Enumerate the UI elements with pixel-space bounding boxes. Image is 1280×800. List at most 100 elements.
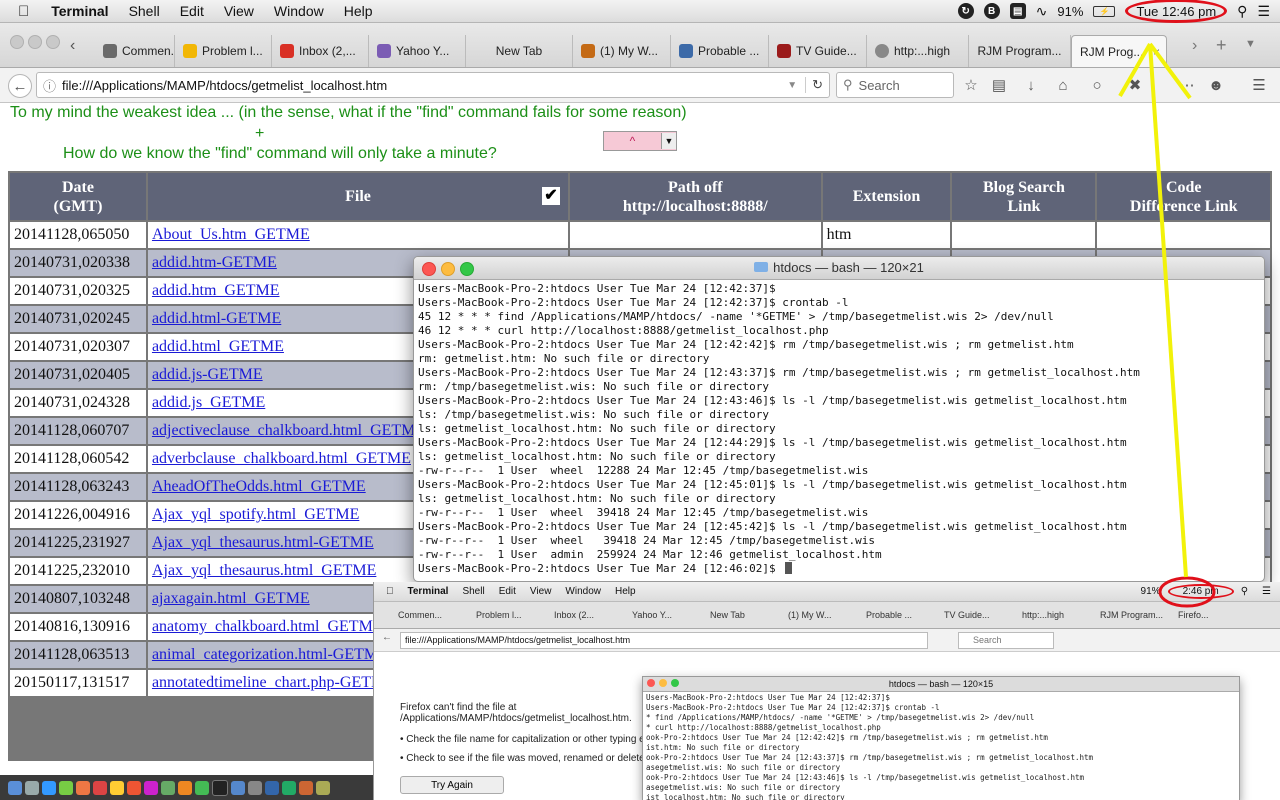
col-file[interactable]: File ✔ — [147, 173, 568, 220]
display-icon[interactable]: ▤ — [1009, 3, 1026, 19]
menu-window[interactable]: Window — [264, 3, 334, 19]
tab-list-icon[interactable]: ▼ — [1245, 38, 1256, 50]
file-link[interactable]: addid.html_GETME — [152, 338, 284, 355]
tab-http-high[interactable]: http:...high — [867, 35, 969, 67]
file-link[interactable]: animal_categorization.html-GETME — [152, 646, 388, 663]
reading-list-icon[interactable]: ▤ — [988, 74, 1010, 96]
zoom-window-button[interactable] — [46, 35, 60, 49]
url-bar[interactable]: ⓘ file:///Applications/MAMP/htdocs/getme… — [36, 72, 830, 98]
file-link[interactable]: annotatedtimeline_chart.php-GETME — [152, 674, 395, 691]
reload-icon[interactable]: ↻ — [805, 77, 829, 93]
chevron-down-icon[interactable]: ▼ — [661, 133, 676, 149]
file-link[interactable]: addid.html-GETME — [152, 310, 281, 327]
terminal-title-bar[interactable]: htdocs — bash — 120×21 — [414, 257, 1264, 280]
wifi-icon[interactable]: ∿ — [1036, 3, 1048, 20]
file-link[interactable]: Ajax_yql_thesaurus.html_GETME — [152, 562, 376, 579]
tab-new-tab[interactable]: New Tab — [466, 35, 573, 67]
itunes-icon[interactable] — [144, 780, 158, 795]
file-link[interactable]: addid.htm_GETME — [152, 282, 280, 299]
url-dropdown-icon[interactable]: ▼ — [787, 80, 805, 91]
excel-icon[interactable] — [282, 780, 296, 795]
minimize-button[interactable] — [441, 262, 455, 276]
calendar-icon[interactable] — [93, 780, 107, 795]
col-blog-search[interactable]: Blog Search Link — [952, 173, 1096, 220]
close-window-button[interactable] — [10, 35, 24, 49]
more-icon[interactable]: ⋯ — [1176, 74, 1198, 96]
app-store-icon[interactable] — [231, 780, 245, 795]
tab-probable[interactable]: Probable ... — [671, 35, 769, 67]
menu-app-name[interactable]: Terminal — [41, 3, 118, 19]
chat-icon[interactable]: ☻ — [1205, 74, 1227, 96]
terminal-icon[interactable] — [212, 779, 228, 796]
file-link[interactable]: ajaxagain.html_GETME — [152, 590, 310, 607]
powerpoint-icon[interactable] — [299, 780, 313, 795]
chrome-icon[interactable] — [195, 780, 209, 795]
safari-icon[interactable] — [42, 780, 56, 795]
tab-yahoo[interactable]: Yahoo Y... — [369, 35, 466, 67]
notes-icon[interactable] — [110, 780, 124, 795]
tab-rjm-active[interactable]: RJM Prog... × — [1071, 35, 1167, 67]
filezilla-icon[interactable] — [316, 780, 330, 795]
file-link[interactable]: adjectiveclause_chalkboard.html_GETME — [152, 422, 425, 439]
col-extension[interactable]: Extension — [822, 173, 951, 220]
bookmark-star-icon[interactable]: ☆ — [960, 74, 982, 96]
maps-icon[interactable] — [161, 780, 175, 795]
tab-tv-guide[interactable]: TV Guide... — [769, 35, 867, 67]
site-info-icon[interactable]: ⓘ — [43, 76, 56, 95]
tab-scroll-right-icon[interactable]: › — [1192, 37, 1197, 55]
hello-icon[interactable]: ○ — [1086, 74, 1108, 96]
terminal-window[interactable]: htdocs — bash — 120×21 Users-MacBook-Pro… — [413, 256, 1265, 582]
terminal-output[interactable]: Users-MacBook-Pro-2:htdocs User Tue Mar … — [414, 280, 1264, 581]
home-icon[interactable]: ⌂ — [1052, 74, 1074, 96]
tab-problem[interactable]: Problem l... — [175, 35, 272, 67]
close-button[interactable] — [422, 262, 436, 276]
tab-my-w[interactable]: (1) My W... — [573, 35, 671, 67]
menubar-clock[interactable]: Tue 12:46 pm — [1125, 0, 1228, 23]
menu-view[interactable]: View — [214, 3, 264, 19]
download-icon[interactable]: ↓ — [1020, 74, 1042, 96]
back-icon[interactable]: ← — [8, 74, 32, 98]
col-date[interactable]: Date (GMT) — [10, 173, 146, 220]
tab-rjm-program[interactable]: RJM Program... — [969, 35, 1071, 67]
file-link[interactable]: addid.htm-GETME — [152, 254, 277, 271]
preferences-icon[interactable] — [248, 780, 262, 795]
apple-menu-icon[interactable]:  — [0, 3, 41, 20]
close-tab-icon[interactable]: × — [1153, 45, 1160, 59]
file-link[interactable]: adverbclause_chalkboard.html_GETME — [152, 450, 411, 467]
mail-icon[interactable] — [76, 780, 90, 795]
file-link[interactable]: addid.js_GETME — [152, 394, 265, 411]
sort-select[interactable]: ^ ▼ — [603, 131, 677, 151]
tools-icon[interactable]: ✖ — [1124, 74, 1146, 96]
col-code-diff[interactable]: Code Difference Link — [1097, 173, 1270, 220]
b-status-icon[interactable]: B — [983, 3, 1000, 19]
minimize-window-button[interactable] — [28, 35, 42, 49]
launchpad-icon[interactable] — [25, 780, 39, 795]
checkmark-icon[interactable]: ✔ — [542, 187, 560, 205]
tab-comments[interactable]: Commen... — [95, 35, 175, 67]
file-link[interactable]: anatomy_chalkboard.html_GETME — [152, 618, 383, 635]
spotlight-search-icon[interactable]: ⚲ — [1237, 3, 1247, 20]
photos-icon[interactable] — [127, 780, 141, 795]
file-link[interactable]: About_Us.htm_GETME — [152, 226, 310, 243]
file-link[interactable]: Ajax_yql_thesaurus.html-GETME — [152, 534, 374, 551]
file-link[interactable]: Ajax_yql_spotify.html_GETME — [152, 506, 359, 523]
zoom-button[interactable] — [460, 262, 474, 276]
tab-scroll-left-icon[interactable]: ‹ — [70, 37, 75, 55]
battery-icon[interactable]: ⚡ — [1093, 5, 1116, 17]
firefox-icon[interactable] — [178, 780, 192, 795]
tab-inbox[interactable]: Inbox (2,... — [272, 35, 369, 67]
file-link[interactable]: AheadOfTheOdds.html_GETME — [152, 478, 366, 495]
search-input[interactable]: ⚲ Search — [836, 72, 954, 98]
finder-icon[interactable] — [8, 780, 22, 795]
menu-edit[interactable]: Edit — [170, 3, 214, 19]
menu-shell[interactable]: Shell — [119, 3, 170, 19]
notification-center-icon[interactable]: ☰ — [1257, 3, 1270, 20]
file-link[interactable]: addid.js-GETME — [152, 366, 263, 383]
new-tab-icon[interactable]: + — [1216, 35, 1227, 56]
sync-status-icon[interactable]: ↻ — [957, 3, 974, 19]
menu-help[interactable]: Help — [334, 3, 383, 19]
messages-icon[interactable] — [59, 780, 73, 795]
word-icon[interactable] — [265, 780, 279, 795]
menu-hamburger-icon[interactable]: ☰ — [1248, 74, 1270, 96]
col-path[interactable]: Path off http://localhost:8888/ — [570, 173, 821, 220]
